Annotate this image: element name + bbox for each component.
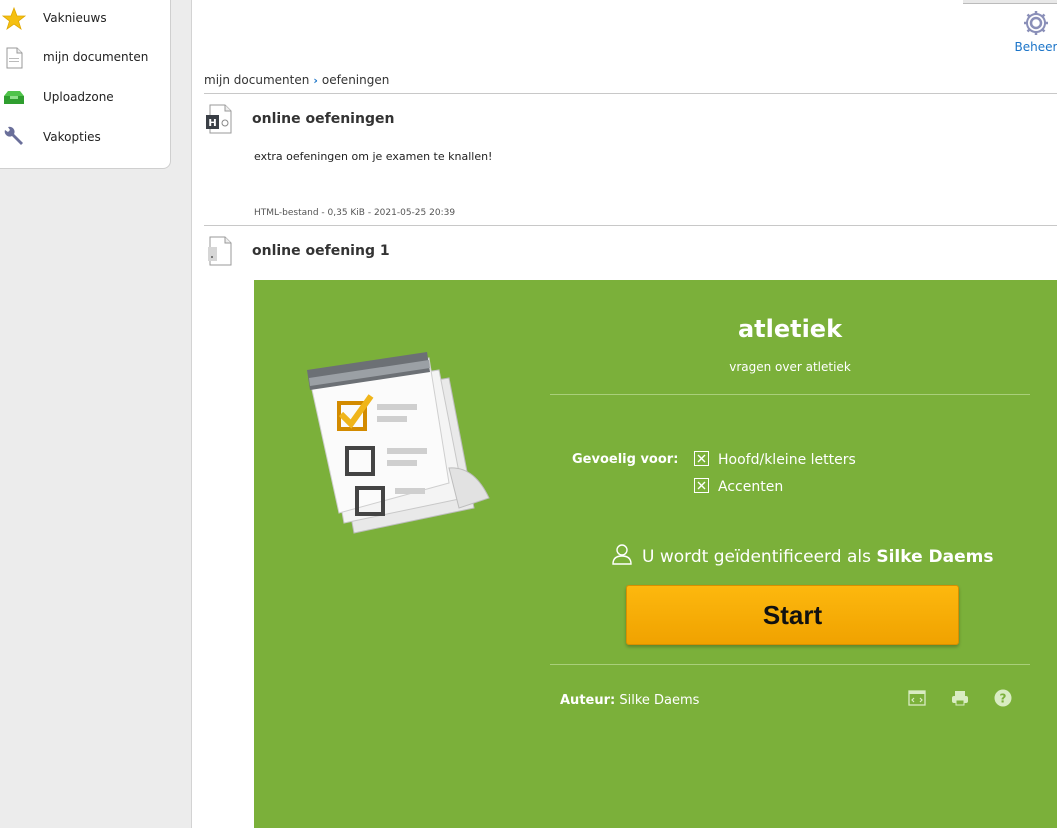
document-description: extra oefeningen om je examen te knallen… [254,150,493,163]
identified-as-text: U wordt geïdentificeerd als Silke Daems [612,543,994,570]
chevron-right-icon: › [313,74,318,87]
admin-label: Beheer [1014,40,1057,54]
sidebar-item-uploadzone[interactable]: Uploadzone [0,80,169,116]
author-text: Auteur: Silke Daems [560,693,699,708]
sensitivity-label: Gevoelig voor: [572,452,679,467]
help-icon[interactable]: ? [994,689,1012,707]
divider [550,664,1030,665]
document-meta: HTML-bestand - 0,35 KiB - 2021-05-25 20:… [254,208,456,218]
exercise-panel: atletiek vragen over atletiek Gevoelig v… [254,280,1057,828]
author-label: Auteur: [560,693,616,708]
wrench-icon [2,126,26,150]
option-case-sensitive: Hoofd/kleine letters [694,451,856,468]
embed-icon[interactable] [908,689,926,707]
author-name: Silke Daems [619,693,700,708]
cross-checkbox-icon [694,478,709,493]
breadcrumb-item-oefeningen[interactable]: oefeningen [322,73,389,87]
document-title[interactable]: online oefening 1 [252,243,390,259]
divider [204,93,1057,94]
upload-tray-icon [2,86,26,110]
user-icon [612,543,632,570]
checklist-illustration-icon [299,348,499,552]
sidebar-item-label: Vakopties [43,130,101,144]
user-name: Silke Daems [876,547,994,567]
sidebar-item-label: mijn documenten [43,50,149,64]
identified-prefix: U wordt geïdentificeerd als [642,547,871,567]
sidebar-item-label: Uploadzone [43,90,114,104]
sidebar-menu: Vaknieuws mijn documenten Uploadzone Vak… [0,0,171,169]
exercise-file-icon [205,236,233,266]
svg-text:?: ? [1000,692,1007,706]
sidebar-item-label: Vaknieuws [43,11,107,25]
top-dropdown-edge [963,0,1057,4]
sidebar-item-mijn-documenten[interactable]: mijn documenten [0,40,169,76]
html-file-icon: H [205,104,233,134]
breadcrumb: mijn documenten › oefeningen [204,73,389,87]
admin-button[interactable]: Beheer [1012,8,1057,58]
option-accents: Accenten [694,478,783,495]
start-button[interactable]: Start [626,585,959,645]
document-title[interactable]: online oefeningen [252,111,394,127]
divider [550,394,1030,395]
cross-checkbox-icon [694,451,709,466]
exercise-title: atletiek [737,315,843,343]
star-icon [1,6,27,31]
option-label: Accenten [718,479,784,495]
sidebar-item-vaknieuws[interactable]: Vaknieuws [0,1,169,37]
breadcrumb-item-mijn-documenten[interactable]: mijn documenten [204,73,309,87]
divider [204,225,1057,226]
sidebar-item-vakopties[interactable]: Vakopties [0,120,169,156]
exercise-subtitle: vragen over atletiek [729,360,851,374]
document-icon [2,46,26,70]
svg-text:H: H [208,118,216,129]
print-icon[interactable] [951,689,969,707]
option-label: Hoofd/kleine letters [718,452,856,468]
